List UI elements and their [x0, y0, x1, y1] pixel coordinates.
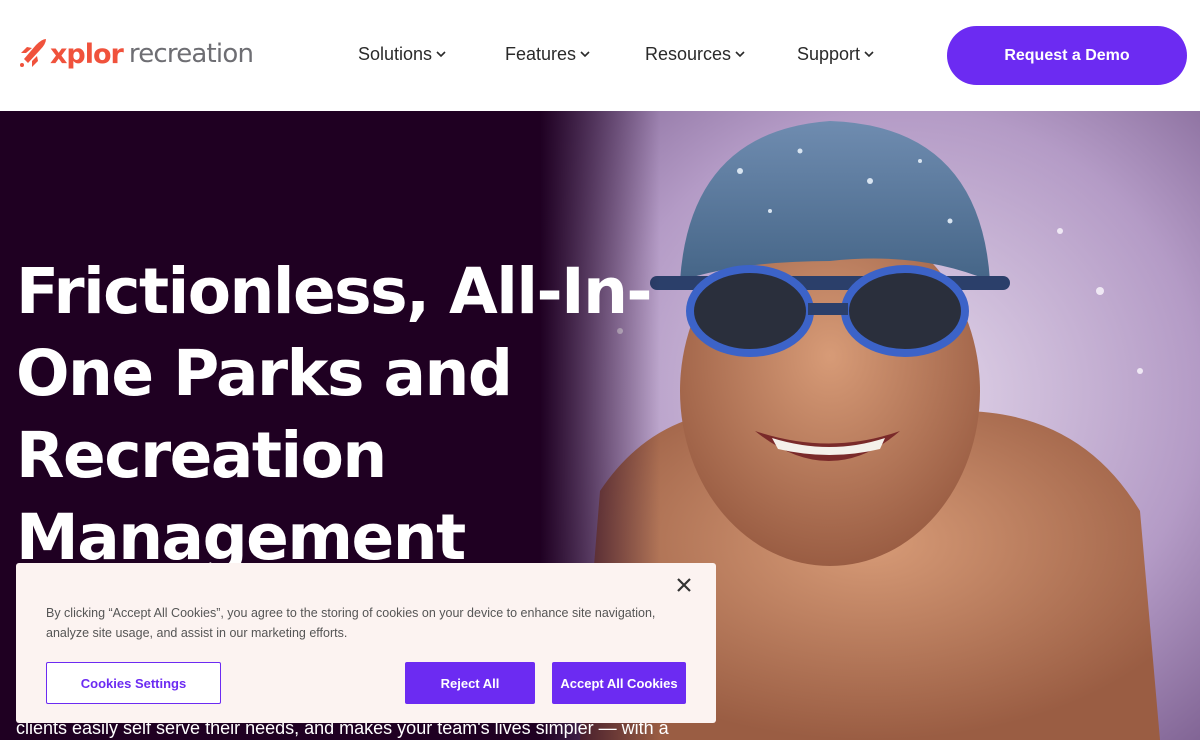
nav-solutions-label: Solutions [358, 44, 433, 64]
site-header: xplor recreation Solutions Features Reso… [0, 0, 1200, 111]
nav-support-label: Support [797, 44, 861, 64]
chevron-down-icon [580, 51, 590, 58]
nav-solutions[interactable]: Solutions [358, 44, 446, 65]
rocket-icon [20, 39, 46, 67]
chevron-down-icon [864, 51, 874, 58]
nav-features-label: Features [505, 44, 577, 64]
chevron-down-icon [436, 51, 446, 58]
nav-support[interactable]: Support [797, 44, 874, 65]
accept-all-cookies-button[interactable]: Accept All Cookies [552, 662, 686, 704]
cookie-banner: By clicking “Accept All Cookies”, you ag… [16, 563, 716, 723]
request-demo-button[interactable]: Request a Demo [947, 26, 1187, 85]
cookie-text: By clicking “Accept All Cookies”, you ag… [46, 606, 656, 640]
nav-resources-label: Resources [645, 44, 732, 64]
nav-resources[interactable]: Resources [645, 44, 745, 65]
cookies-settings-button[interactable]: Cookies Settings [46, 662, 221, 704]
chevron-down-icon [735, 51, 745, 58]
nav-features[interactable]: Features [505, 44, 590, 65]
logo[interactable]: xplor recreation [18, 34, 254, 74]
logo-brand: xplor [50, 38, 124, 70]
reject-all-button[interactable]: Reject All [405, 662, 535, 704]
close-icon[interactable] [674, 575, 694, 595]
hero-title: Frictionless, All-In-One Parks and Recre… [16, 255, 653, 574]
logo-product: recreation [128, 39, 254, 69]
